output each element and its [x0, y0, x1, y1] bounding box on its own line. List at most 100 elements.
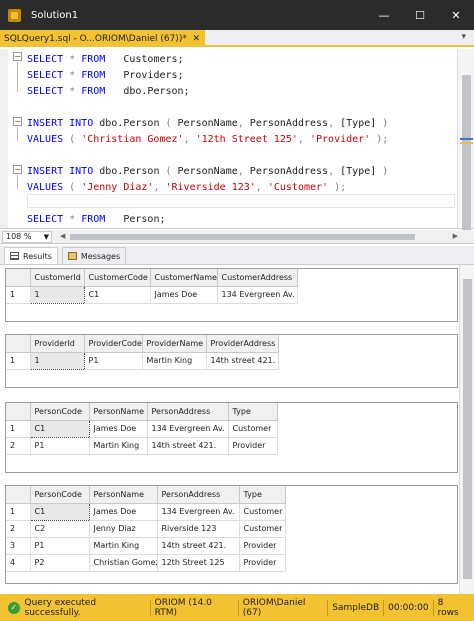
column-header[interactable]: CustomerName [150, 269, 218, 287]
editor-vertical-scrollbar[interactable] [457, 49, 474, 238]
result-grid[interactable]: CustomerId CustomerCode CustomerName Custom… [5, 268, 458, 322]
column-header[interactable]: Type [239, 486, 286, 504]
row-number[interactable]: 1 [6, 352, 31, 370]
column-header[interactable]: ProviderCode [84, 335, 143, 353]
row-number[interactable]: 2 [6, 437, 31, 455]
table-row[interactable]: 1 1 P1 Martin King 14th street 421. [6, 351, 279, 370]
table-row[interactable]: 2 P1 Martin King 14th street 421. Provider [6, 437, 278, 455]
tab-close-icon[interactable]: ✕ [192, 34, 200, 44]
table-cell[interactable]: Jenny Diaz [89, 520, 158, 538]
column-header[interactable]: PersonName [89, 486, 158, 504]
table-cell[interactable]: Customer [239, 520, 286, 538]
results-vertical-scrollbar[interactable] [459, 265, 474, 594]
fold-toggle-icon[interactable]: − [13, 165, 22, 174]
editor-horizontal-scrollbar[interactable]: ◀ ▶ [60, 232, 458, 242]
column-header[interactable]: CustomerCode [84, 269, 151, 287]
table-row[interactable]: 1 C1 James Doe 134 Evergreen Av. Customer [6, 502, 286, 521]
code-line[interactable]: VALUES ( 'Christian Gomez', '12th Street… [27, 133, 388, 146]
column-header[interactable]: PersonName [89, 403, 148, 421]
code-line[interactable]: INSERT INTO dbo.Person ( PersonName, Per… [27, 165, 388, 178]
table-cell[interactable]: Customer [228, 420, 278, 438]
code-line[interactable]: SELECT * FROM Providers; [27, 69, 184, 82]
row-number[interactable]: 1 [6, 503, 31, 521]
table-cell[interactable]: C2 [30, 520, 90, 538]
table-cell[interactable]: P1 [84, 352, 143, 370]
table-cell[interactable]: 14th street 421. [157, 537, 240, 555]
table-row[interactable]: 1 1 C1 James Doe 134 Evergreen Av. [6, 285, 298, 304]
grid-corner[interactable] [6, 269, 31, 287]
table-cell[interactable]: Riverside 123 [157, 520, 240, 538]
table-cell[interactable]: 1 [29, 351, 85, 370]
zoom-select[interactable]: 108 % ▼ [2, 230, 52, 243]
table-cell[interactable]: Christian Gomez [89, 554, 158, 572]
column-header[interactable]: CustomerId [30, 269, 85, 287]
grid-corner[interactable] [6, 486, 31, 504]
column-header[interactable]: Type [228, 403, 278, 421]
table-cell[interactable]: Provider [228, 437, 278, 455]
table-cell[interactable]: 134 Evergreen Av. [147, 420, 229, 438]
table-cell[interactable]: James Doe [89, 420, 148, 438]
result-grid[interactable]: PersonCode PersonName PersonAddress Type 1 C1… [5, 485, 458, 584]
code-line[interactable]: SELECT * FROM dbo.Person; [27, 85, 190, 98]
code-line[interactable]: VALUES ( 'Jenny Diaz', 'Riverside 123', … [27, 181, 346, 194]
result-grid[interactable]: ProviderId ProviderCode ProviderName Provid… [5, 334, 458, 388]
table-cell[interactable]: 14th street 421. [206, 352, 279, 370]
code-line[interactable]: INSERT INTO dbo.Person ( PersonName, Per… [27, 117, 388, 130]
scroll-thumb[interactable] [463, 279, 472, 579]
table-cell[interactable]: Martin King [89, 437, 148, 455]
table-row[interactable]: 2 C2 Jenny Diaz Riverside 123 Customer [6, 520, 286, 538]
row-number[interactable]: 3 [6, 537, 31, 555]
table-row[interactable]: 1 C1 James Doe 134 Evergreen Av. Customer [6, 419, 278, 438]
maximize-icon[interactable]: ☐ [402, 0, 438, 30]
table-cell[interactable]: Martin King [89, 537, 158, 555]
table-cell[interactable]: C1 [84, 286, 151, 304]
table-cell[interactable]: 14th street 421. [147, 437, 229, 455]
column-header[interactable]: PersonAddress [147, 403, 229, 421]
table-cell[interactable]: P1 [30, 437, 90, 455]
close-icon[interactable]: ✕ [438, 0, 474, 30]
table-row[interactable]: 3 P1 Martin King 14th street 421. Provider [6, 537, 286, 555]
table-cell[interactable]: Provider [239, 554, 286, 572]
result-grid[interactable]: PersonCode PersonName PersonAddress Type 1 C1… [5, 402, 458, 473]
tab-results[interactable]: Results [4, 247, 58, 264]
table-cell[interactable]: James Doe [150, 286, 218, 304]
table-row[interactable]: 4 P2 Christian Gomez 12th Street 125 Provide… [6, 554, 286, 572]
scroll-thumb[interactable] [70, 234, 415, 240]
tab-sqlquery1[interactable]: SQLQuery1.sql - O...ORIOM\Daniel (67))* … [0, 30, 205, 47]
table-cell[interactable]: 134 Evergreen Av. [157, 503, 240, 521]
query-editor[interactable]: − − − SELECT * FROM Customers; SELECT * F… [0, 49, 474, 238]
row-number[interactable]: 1 [6, 286, 31, 304]
table-cell[interactable]: Martin King [142, 352, 207, 370]
grid-corner[interactable] [6, 403, 31, 421]
column-header[interactable]: CustomerAddress [217, 269, 298, 287]
fold-toggle-icon[interactable]: − [13, 52, 22, 61]
column-header[interactable]: ProviderName [142, 335, 207, 353]
scroll-thumb[interactable] [462, 75, 471, 238]
column-header[interactable]: PersonCode [30, 403, 90, 421]
fold-toggle-icon[interactable]: − [13, 117, 22, 126]
column-header[interactable]: PersonCode [30, 486, 90, 504]
table-cell[interactable]: 12th Street 125 [157, 554, 240, 572]
table-cell[interactable]: Customer [239, 503, 286, 521]
scroll-right-icon[interactable]: ▶ [453, 232, 458, 240]
minimize-icon[interactable]: — [366, 0, 402, 30]
column-header[interactable]: PersonAddress [157, 486, 240, 504]
table-cell[interactable]: C1 [29, 502, 90, 521]
table-cell[interactable]: 1 [29, 285, 85, 304]
grid-corner[interactable] [6, 335, 31, 353]
row-number[interactable]: 4 [6, 554, 31, 572]
column-header[interactable]: ProviderAddress [206, 335, 279, 353]
row-number[interactable]: 2 [6, 520, 31, 538]
table-cell[interactable]: C1 [29, 419, 90, 438]
column-header[interactable]: ProviderId [30, 335, 85, 353]
table-cell[interactable]: P1 [30, 537, 90, 555]
code-line[interactable]: SELECT * FROM Person; [27, 213, 166, 226]
tab-messages[interactable]: Messages [61, 247, 127, 264]
table-cell[interactable]: Provider [239, 537, 286, 555]
code-line[interactable]: SELECT * FROM Customers; [27, 53, 184, 66]
table-cell[interactable]: P2 [30, 554, 90, 572]
scroll-left-icon[interactable]: ◀ [60, 232, 65, 240]
table-cell[interactable]: James Doe [89, 503, 158, 521]
table-cell[interactable]: 134 Evergreen Av. [217, 286, 298, 304]
row-number[interactable]: 1 [6, 420, 31, 438]
